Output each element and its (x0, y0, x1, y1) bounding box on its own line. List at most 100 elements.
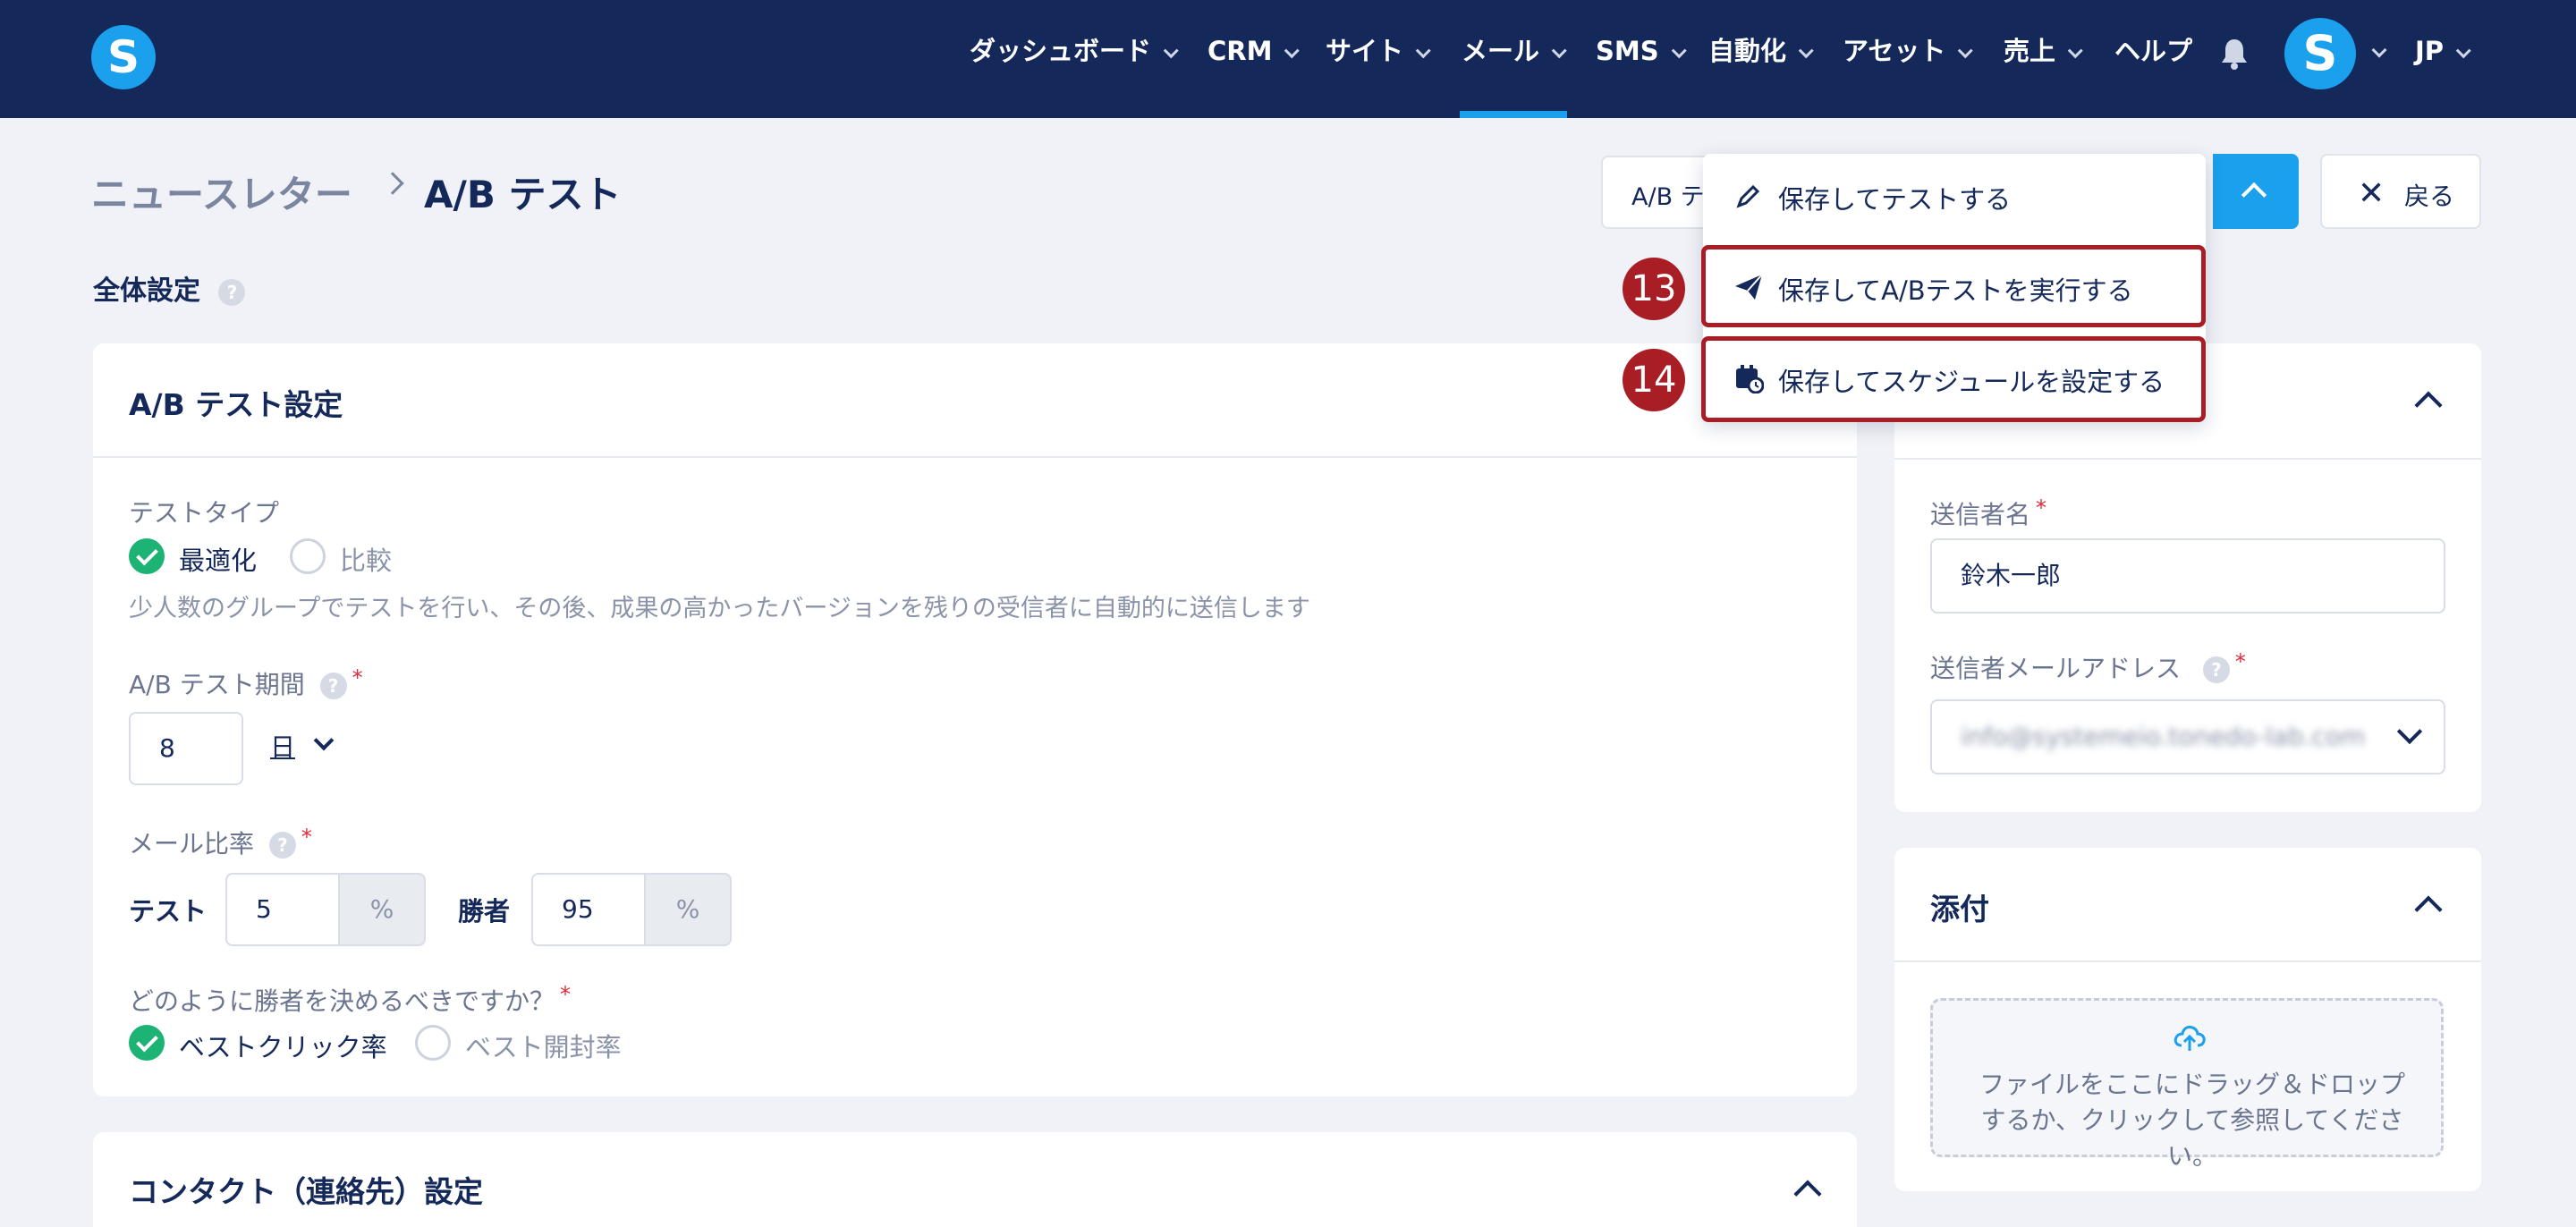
decide-label-text: どのように勝者を決めるべきですか？ (129, 986, 555, 1016)
radio-optimize[interactable] (129, 538, 165, 574)
chevron-down-icon (1415, 43, 1431, 59)
nav-item-mail[interactable]: メール (1462, 32, 1567, 70)
sender-email-label-text: 送信者メールアドレス (1930, 654, 2182, 683)
help-icon[interactable]: ? (268, 832, 296, 859)
step-badge-14: 14 (1623, 349, 1685, 411)
nav-label: CRM (1208, 36, 1273, 66)
chevron-down-icon[interactable] (2371, 42, 2387, 58)
nav-label: サイト (1326, 36, 1404, 66)
winner-ratio-input[interactable]: 95 (531, 873, 646, 946)
test-percent-addon: % (338, 873, 426, 946)
highlight-box (1701, 336, 2206, 422)
required-mark: * (352, 665, 363, 690)
contact-settings-card: コンタクト（連絡先）設定 (93, 1132, 1857, 1227)
help-icon[interactable]: ? (218, 278, 246, 306)
optimize-label: 最適化 (179, 546, 258, 576)
chevron-up-icon (2414, 895, 2443, 924)
step-badge-13: 13 (1623, 258, 1685, 320)
chevron-down-icon (2396, 718, 2423, 745)
nav-label: ダッシュボード (970, 36, 1152, 66)
contact-card-title: コンタクト（連絡先）設定 (129, 1174, 483, 1209)
chevron-down-icon (1958, 43, 1974, 59)
required-mark: * (301, 825, 312, 850)
nav-item-site[interactable]: サイト (1326, 32, 1431, 70)
chevron-down-icon (1551, 43, 1567, 59)
test-type-description: 少人数のグループでテストを行い、その後、成果の高かったバージョンを残りの受信者に… (129, 595, 1310, 622)
chevron-up-icon (2241, 182, 2267, 208)
attachments-title: 添付 (1930, 892, 1989, 927)
close-icon: ✕ (2358, 175, 2385, 212)
nav-item-sales[interactable]: 売上 (2004, 32, 2083, 70)
sender-name-label: 送信者名 * (1930, 495, 2046, 531)
help-icon[interactable]: ? (319, 673, 347, 699)
test-type-label: テストタイプ (129, 498, 280, 528)
nav-item-automation[interactable]: 自動化 (1708, 32, 1814, 70)
nav-item-sms[interactable]: SMS (1596, 32, 1687, 70)
chevron-up-icon[interactable] (2414, 391, 2443, 419)
sender-email-value: info@systemeio.tonedo-lab.com (1961, 722, 2366, 751)
card-header[interactable]: 添付 (1894, 848, 2481, 962)
nav-item-crm[interactable]: CRM (1208, 32, 1301, 70)
compare-label: 比較 (340, 546, 393, 576)
file-dropzone[interactable]: ファイルをここにドラッグ＆ドロップするか、クリックして参照してください。 (1930, 998, 2444, 1171)
nav-item-dashboard[interactable]: ダッシュボード (970, 32, 1179, 70)
bell-icon[interactable] (2220, 38, 2249, 70)
breadcrumb-separator-icon (381, 172, 404, 195)
back-button[interactable]: ✕ 戻る (2320, 154, 2481, 229)
nav-label: アセット (1843, 36, 1946, 66)
upload-cloud-icon (2174, 1025, 2206, 1051)
chevron-down-icon (2067, 43, 2083, 59)
best-click-label: ベストクリック率 (179, 1032, 387, 1062)
period-unit-label: 日 (270, 732, 296, 762)
language-label: JP (2415, 36, 2445, 66)
sender-email-label: 送信者メールアドレス ? * (1930, 649, 2246, 685)
radio-best-click[interactable] (129, 1025, 165, 1061)
back-label: 戻る (2404, 182, 2455, 211)
ratio-label: メール比率 ? * (129, 825, 312, 860)
chevron-down-icon (1284, 43, 1301, 59)
nav-label: 売上 (2004, 36, 2056, 66)
pencil-icon (1736, 184, 1760, 208)
menu-item-save-and-test[interactable]: 保存してテストする (1703, 154, 2206, 240)
chevron-down-icon (1798, 43, 1814, 59)
nav-item-assets[interactable]: アセット (1843, 32, 1974, 70)
nav-item-help[interactable]: ヘルプ (2114, 32, 2192, 70)
language-selector[interactable]: JP (2415, 32, 2471, 70)
period-input[interactable]: 8 (129, 712, 243, 785)
test-ratio-input[interactable]: 5 (225, 873, 340, 946)
sender-name-label-text: 送信者名 (1930, 500, 2031, 529)
nav-label: ヘルプ (2114, 36, 2193, 66)
chevron-down-icon (1163, 43, 1179, 59)
winner-percent-addon: % (644, 873, 732, 946)
logo[interactable]: S (91, 25, 156, 89)
sender-name-input[interactable]: 鈴木一郎 (1930, 538, 2445, 614)
nav-label: SMS (1596, 36, 1659, 66)
nav-label: メール (1462, 36, 1540, 66)
top-nav: S ダッシュボード CRM サイト メール SMS 自動化 アセット 売上 ヘル… (0, 0, 2576, 118)
chevron-down-icon (313, 730, 335, 751)
chevron-down-icon (2455, 43, 2471, 59)
sender-email-select[interactable]: info@systemeio.tonedo-lab.com (1930, 699, 2445, 774)
period-unit-select[interactable]: 日 (270, 728, 335, 764)
page-title: A/B テスト (424, 173, 622, 216)
period-label: A/B テスト期間 ? * (129, 665, 363, 701)
winner-ratio-label: 勝者 (458, 896, 511, 927)
card-header[interactable]: A/B テスト設定 (93, 343, 1857, 458)
chevron-up-icon[interactable] (1793, 1180, 1822, 1208)
decide-label: どのように勝者を決めるべきですか？ * (129, 982, 571, 1018)
required-mark: * (560, 982, 572, 1007)
highlight-box (1701, 245, 2206, 327)
ab-test-save-button[interactable]: A/B テ (1601, 156, 1708, 229)
breadcrumb-parent[interactable]: ニュースレター (91, 165, 352, 219)
general-settings-title: 全体設定 ? (93, 268, 246, 308)
radio-best-open[interactable] (415, 1025, 451, 1061)
save-options-toggle[interactable] (2213, 154, 2299, 229)
required-mark: * (2036, 495, 2047, 520)
ab-test-settings-card: A/B テスト設定 テストタイプ 最適化 比較 少人数のグループでテストを行い、… (93, 343, 1857, 1096)
radio-compare[interactable] (290, 538, 326, 574)
menu-item-label: 保存してテストする (1778, 184, 2012, 215)
active-nav-indicator (1460, 111, 1567, 118)
ratio-label-text: メール比率 (129, 829, 255, 859)
help-icon[interactable]: ? (2202, 656, 2230, 683)
avatar[interactable]: S (2284, 18, 2356, 89)
